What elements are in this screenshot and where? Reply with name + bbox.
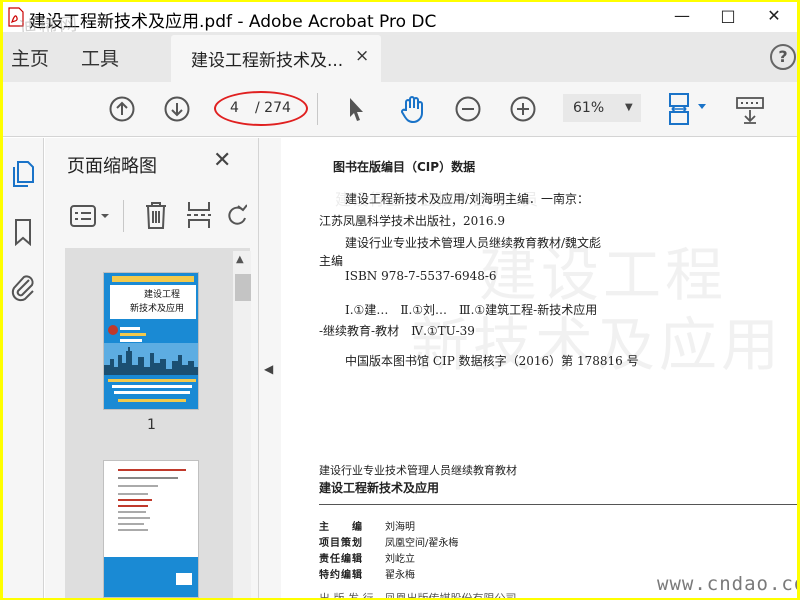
cip-line-2: 江苏凤凰科学技术出版社，2016.9 bbox=[319, 214, 505, 228]
cip-line-8: 中国版本图书馆 CIP 数据核字（2016）第 178816 号 bbox=[345, 354, 639, 368]
cip-line-7: -继续教育-教材 Ⅳ.①TU-39 bbox=[319, 324, 475, 338]
title-bar: 建设工程新技术及应用.pdf - Adobe Acrobat Pro DC 迪稀… bbox=[3, 2, 797, 39]
attachment-icon[interactable] bbox=[9, 272, 37, 304]
zoom-in-icon[interactable] bbox=[510, 96, 536, 122]
thumbnail-list[interactable]: 建设工程 新技术及应用 1 bbox=[65, 248, 250, 598]
page2-text bbox=[118, 529, 148, 531]
page2-text bbox=[118, 493, 148, 495]
credit-name-2: 凤凰空间/翟永梅 bbox=[385, 538, 459, 549]
book-title: 建设工程新技术及应用 bbox=[319, 481, 440, 495]
watermark-bottom-right: www.cndao.com bbox=[657, 573, 797, 595]
tab-home[interactable]: 主页 bbox=[11, 44, 49, 71]
fit-page-icon[interactable] bbox=[667, 92, 711, 126]
thumbnail-options-icon[interactable] bbox=[69, 204, 113, 228]
cover-title-line2: 新技术及应用 bbox=[130, 304, 185, 314]
publisher-line-cut-off: 出 版 发 行 凤凰出版传媒股份有限公司 bbox=[319, 590, 517, 598]
credits-divider bbox=[319, 504, 797, 505]
help-button[interactable]: ? bbox=[770, 44, 796, 70]
thumbnail-panel: 页面缩略图 ✕ 建设工程 新技术及应用 1 ▲ bbox=[45, 138, 259, 598]
hand-icon[interactable] bbox=[398, 94, 428, 124]
tab-tools[interactable]: 工具 bbox=[81, 44, 119, 71]
credit-name-3: 刘屹立 bbox=[385, 554, 415, 565]
panel-toolbar-divider bbox=[123, 200, 124, 232]
cip-line-5: ISBN 978-7-5537-6948-6 bbox=[345, 269, 497, 283]
cip-line-6: Ⅰ.①建… Ⅱ.①刘… Ⅲ.①建筑工程-新技术应用 bbox=[345, 303, 598, 317]
thumbnail-scroll-thumb[interactable] bbox=[235, 274, 251, 301]
cover-title-line1: 建设工程 bbox=[144, 290, 181, 300]
cover-badge bbox=[108, 325, 118, 335]
page2-text bbox=[118, 485, 158, 487]
main-toolbar: 4 / 274 61% ▼ bbox=[3, 82, 797, 137]
red-highlight-annotation bbox=[214, 91, 308, 126]
page2-text bbox=[118, 477, 178, 479]
select-arrow-icon[interactable] bbox=[345, 96, 367, 124]
page-thumbnail-1[interactable]: 建设工程 新技术及应用 bbox=[103, 272, 199, 410]
split-page-icon[interactable] bbox=[185, 200, 213, 230]
credit-name-4: 翟永梅 bbox=[385, 570, 415, 581]
zoom-out-icon[interactable] bbox=[455, 96, 481, 122]
window-title: 建设工程新技术及应用.pdf - Adobe Acrobat Pro DC bbox=[29, 12, 437, 32]
page2-text bbox=[118, 517, 150, 519]
credit-role-1: 主 编 bbox=[319, 522, 363, 533]
barcode-icon bbox=[176, 573, 192, 585]
next-page-icon[interactable] bbox=[164, 96, 190, 122]
page-thumbnails-icon[interactable] bbox=[11, 160, 35, 188]
toolbar-divider bbox=[317, 93, 318, 125]
credit-role-3: 责任编辑 bbox=[319, 554, 363, 565]
cover-text-line bbox=[120, 327, 140, 330]
page-thumbnail-1-label: 1 bbox=[147, 417, 156, 433]
panel-collapse-handle[interactable]: ◀ bbox=[259, 138, 281, 598]
credit-role-2: 项目策划 bbox=[319, 538, 363, 549]
credit-role-4: 特约编辑 bbox=[319, 570, 363, 581]
tab-bar: 主页 工具 建设工程新技术及... × ? bbox=[3, 32, 797, 82]
page2-text bbox=[118, 523, 144, 525]
cover-text-line bbox=[120, 333, 146, 336]
maximize-button[interactable]: □ bbox=[705, 2, 751, 32]
panel-title: 页面缩略图 bbox=[67, 156, 157, 177]
cover-text-line bbox=[112, 385, 192, 388]
bookmark-icon[interactable] bbox=[13, 218, 33, 246]
cip-line-3: 建设行业专业技术管理人员继续教育教材/魏文彪 bbox=[345, 236, 602, 250]
cip-line-1: 建设工程新技术及应用/刘海明主编．一南京： bbox=[345, 192, 590, 206]
cover-text-line bbox=[114, 391, 190, 394]
close-window-button[interactable]: ✕ bbox=[751, 2, 797, 32]
page2-rule bbox=[118, 469, 186, 471]
credit-name-1: 刘海明 bbox=[385, 522, 415, 533]
panel-close-button[interactable]: ✕ bbox=[213, 148, 231, 173]
app-window: 建设工程新技术及应用.pdf - Adobe Acrobat Pro DC 迪稀… bbox=[3, 2, 797, 598]
rotate-icon[interactable] bbox=[225, 200, 247, 230]
thumbnail-scrollbar[interactable] bbox=[233, 251, 251, 598]
minimize-button[interactable]: — bbox=[659, 2, 705, 32]
left-rail bbox=[3, 138, 44, 598]
page2-text bbox=[118, 511, 146, 513]
tab-close-button[interactable]: × bbox=[355, 46, 369, 66]
zoom-select[interactable]: 61% ▼ bbox=[563, 94, 641, 122]
cover-text-line bbox=[108, 379, 196, 382]
collapse-left-icon: ◀ bbox=[264, 362, 274, 376]
chevron-down-icon: ▼ bbox=[625, 102, 633, 113]
tab-document[interactable]: 建设工程新技术及... × bbox=[171, 35, 381, 82]
scroll-up-icon[interactable]: ▲ bbox=[236, 254, 244, 265]
tab-document-label: 建设工程新技术及... bbox=[191, 51, 344, 71]
page-thumbnail-2[interactable] bbox=[103, 460, 199, 598]
book-series-line: 建设行业专业技术管理人员继续教育教材 bbox=[319, 464, 517, 477]
page2-text bbox=[118, 499, 152, 501]
panel-toolbar bbox=[45, 190, 259, 242]
page2-text bbox=[118, 505, 148, 507]
prev-page-icon[interactable] bbox=[109, 96, 135, 122]
delete-page-icon[interactable] bbox=[143, 200, 169, 230]
cover-text-line bbox=[118, 399, 186, 402]
cover-text-line bbox=[120, 339, 142, 342]
document-page[interactable]: 建设行业专业技术管理人员 建设工程 新技术及应用 图书在版编目（CIP）数据 建… bbox=[281, 138, 797, 598]
cover-banner bbox=[112, 276, 194, 282]
cip-line-4: 主编 bbox=[319, 254, 344, 268]
city-skyline-image bbox=[104, 343, 198, 375]
cip-heading: 图书在版编目（CIP）数据 bbox=[333, 160, 476, 174]
keyboard-icon[interactable] bbox=[735, 96, 765, 124]
zoom-value: 61% bbox=[573, 100, 605, 116]
